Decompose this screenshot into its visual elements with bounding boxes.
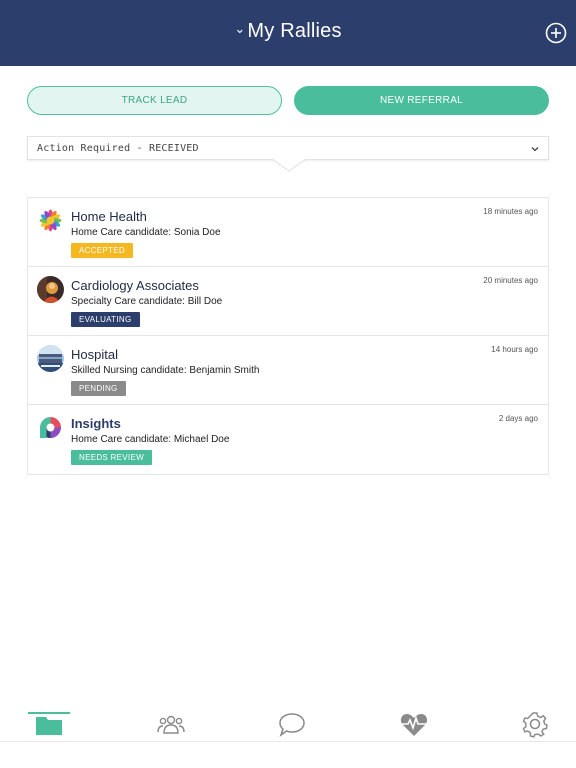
rally-timestamp: 20 minutes ago <box>483 276 538 285</box>
rally-timestamp: 18 minutes ago <box>483 207 538 216</box>
gear-icon[interactable] <box>520 710 550 738</box>
rally-row[interactable]: Home Health Home Care candidate: Sonia D… <box>28 198 548 267</box>
rally-timestamp: 2 days ago <box>498 414 538 423</box>
chat-bubble-icon[interactable] <box>277 710 307 738</box>
status-filter-select[interactable]: Action Required - RECEIVED <box>27 136 549 160</box>
rally-subtitle: Specialty Care candidate: Bill Doe <box>71 296 223 307</box>
insights-logo <box>37 414 64 441</box>
app-header: ⌄ My Rallies <box>0 0 576 66</box>
building-avatar <box>37 345 64 372</box>
rally-subtitle: Home Care candidate: Michael Doe <box>71 434 230 445</box>
folder-icon[interactable] <box>34 710 64 738</box>
action-buttons: TRACK LEAD NEW REFERRAL <box>27 86 549 116</box>
people-icon[interactable] <box>156 710 186 738</box>
rally-list: Home Health Home Care candidate: Sonia D… <box>27 197 549 475</box>
plus-circle-icon[interactable] <box>545 22 567 44</box>
status-badge: NEEDS REVIEW <box>71 450 152 465</box>
rallies-dropdown[interactable]: ⌄ My Rallies <box>0 20 576 43</box>
rally-title: Hospital <box>71 347 118 362</box>
status-badge: EVALUATING <box>71 312 140 327</box>
rally-row[interactable]: Hospital Skilled Nursing candidate: Benj… <box>28 336 548 405</box>
chevron-down-icon: ⌄ <box>234 21 246 36</box>
tab-bar-divider <box>0 741 576 742</box>
rally-subtitle: Home Care candidate: Sonia Doe <box>71 227 221 238</box>
rally-title: Insights <box>71 416 121 431</box>
page-title: My Rallies <box>247 20 342 42</box>
rally-title: Cardiology Associates <box>71 278 199 293</box>
heartbeat-icon[interactable] <box>399 710 429 738</box>
rally-row[interactable]: Cardiology Associates Specialty Care can… <box>28 267 548 336</box>
rally-title: Home Health <box>71 209 147 224</box>
rally-subtitle: Skilled Nursing candidate: Benjamin Smit… <box>71 365 260 376</box>
dropdown-pointer <box>272 159 306 172</box>
status-badge: ACCEPTED <box>71 243 133 258</box>
portrait-avatar <box>37 276 64 303</box>
chevron-down-icon <box>531 147 539 152</box>
flower-avatar <box>37 207 64 234</box>
filter-value: Action Required - RECEIVED <box>37 143 199 154</box>
rally-timestamp: 14 hours ago <box>491 345 538 354</box>
new-referral-button[interactable]: NEW REFERRAL <box>294 86 549 115</box>
track-lead-button[interactable]: TRACK LEAD <box>27 86 282 115</box>
bottom-tab-bar <box>0 709 576 768</box>
status-badge: PENDING <box>71 381 126 396</box>
rally-row[interactable]: Insights Home Care candidate: Michael Do… <box>28 405 548 474</box>
